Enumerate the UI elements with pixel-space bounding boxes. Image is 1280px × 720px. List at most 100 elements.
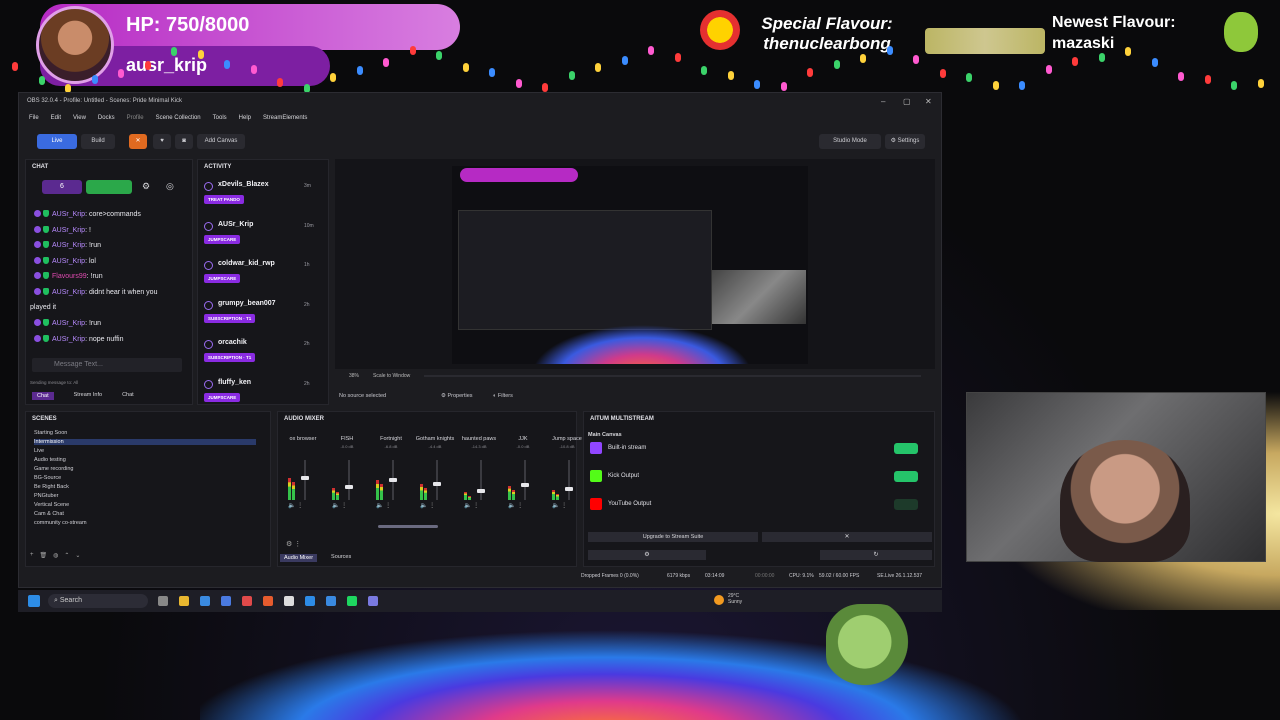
viewer-count[interactable]: 6: [42, 180, 82, 194]
menu-scene-collection[interactable]: Scene Collection: [156, 115, 201, 123]
fader-handle[interactable]: [565, 487, 573, 491]
output-toggle[interactable]: [894, 499, 918, 510]
mixer-scrollbar[interactable]: [378, 525, 438, 528]
build-button[interactable]: Build: [81, 134, 115, 149]
mixer-gear-icon[interactable]: ⚙ ⋮: [286, 540, 301, 548]
fader-handle[interactable]: [389, 478, 397, 482]
chat-username[interactable]: AUSr_Krip: [52, 211, 85, 218]
scene-item[interactable]: Intermission: [34, 439, 256, 445]
menu-docks[interactable]: Docks: [98, 115, 115, 123]
menu-profile[interactable]: Profile: [127, 115, 144, 123]
down-icon[interactable]: ⌄: [75, 552, 80, 559]
taskbar-app-icon[interactable]: [326, 596, 336, 606]
menu-view[interactable]: View: [73, 115, 86, 123]
upgrade-button[interactable]: Upgrade to Stream Suite: [588, 532, 758, 542]
scene-item[interactable]: Cam & Chat: [34, 511, 256, 517]
tab-sources[interactable]: Sources: [331, 554, 351, 562]
chat-username[interactable]: AUSr_Krip: [52, 320, 85, 327]
visibility-toggle[interactable]: [86, 180, 132, 194]
menu-streamelements[interactable]: StreamElements: [263, 115, 307, 123]
up-icon[interactable]: ⌃: [64, 552, 69, 559]
activity-name[interactable]: AUSr_Krip: [218, 221, 253, 228]
fader-handle[interactable]: [345, 485, 353, 489]
speaker-icon[interactable]: 🔈 ⋮: [552, 502, 567, 509]
popout-icon[interactable]: ◎: [166, 181, 174, 192]
heart-icon[interactable]: ♥: [153, 134, 171, 149]
settings-button[interactable]: ⚙ Settings: [885, 134, 925, 149]
speaker-icon[interactable]: 🔈 ⋮: [332, 502, 347, 509]
tab-audio-mixer[interactable]: Audio Mixer: [280, 554, 318, 562]
activity-name[interactable]: fluffy_ken: [218, 379, 251, 386]
chat-username[interactable]: AUSr_Krip: [52, 258, 85, 265]
activity-name[interactable]: grumpy_bean007: [218, 300, 276, 307]
add-icon[interactable]: +: [30, 552, 34, 559]
taskbar-app-icon[interactable]: [263, 596, 273, 606]
scene-item[interactable]: Vertical Scene: [34, 502, 256, 508]
scene-item[interactable]: Game recording: [34, 466, 256, 472]
scene-item[interactable]: PNGtuber: [34, 493, 256, 499]
taskbar-search[interactable]: ⌕ Search: [48, 594, 148, 608]
channel-fader[interactable]: [568, 460, 570, 500]
scene-item[interactable]: Live: [34, 448, 256, 454]
scene-item[interactable]: Starting Soon: [34, 430, 256, 436]
channel-fader[interactable]: [348, 460, 350, 500]
add-canvas-button[interactable]: Add Canvas: [197, 134, 245, 149]
activity-name[interactable]: xDevils_Blazex: [218, 181, 269, 188]
chat-username[interactable]: AUSr_Krip: [52, 289, 85, 296]
zoom-level[interactable]: 38%: [349, 373, 359, 379]
speaker-icon[interactable]: 🔈 ⋮: [376, 502, 391, 509]
scale-select[interactable]: Scale to Window: [373, 373, 410, 379]
taskbar-app-icon[interactable]: [368, 596, 378, 606]
taskbar-app-icon[interactable]: [200, 596, 210, 606]
chat-username[interactable]: AUSr_Krip: [52, 336, 85, 343]
output-toggle[interactable]: [894, 443, 918, 454]
channel-fader[interactable]: [304, 460, 306, 500]
fader-handle[interactable]: [433, 482, 441, 486]
speaker-icon[interactable]: 🔈 ⋮: [420, 502, 435, 509]
taskbar-app-icon[interactable]: [347, 596, 357, 606]
channel-fader[interactable]: [436, 460, 438, 500]
activity-name[interactable]: coldwar_kid_rwp: [218, 260, 275, 267]
tab-chat[interactable]: Chat: [32, 392, 54, 400]
output-toggle[interactable]: [894, 471, 918, 482]
fader-handle[interactable]: [477, 489, 485, 493]
menu-file[interactable]: File: [29, 115, 39, 123]
dismiss-icon[interactable]: ✕: [762, 532, 932, 542]
taskbar-app-icon[interactable]: [158, 596, 168, 606]
fader-handle[interactable]: [301, 476, 309, 480]
scene-item[interactable]: BG-Source: [34, 475, 256, 481]
trash-icon[interactable]: 🗑: [40, 552, 48, 559]
close-icon[interactable]: ✕: [925, 97, 932, 106]
scene-item[interactable]: Audio testing: [34, 457, 256, 463]
taskbar-app-icon[interactable]: [305, 596, 315, 606]
chat-username[interactable]: AUSr_Krip: [52, 227, 85, 234]
settings-icon[interactable]: ⚙: [142, 181, 150, 192]
minimize-icon[interactable]: –: [881, 97, 885, 106]
studio-mode-button[interactable]: Studio Mode: [819, 134, 881, 149]
menu-edit[interactable]: Edit: [51, 115, 61, 123]
preview-scrollbar[interactable]: [424, 375, 921, 377]
fader-handle[interactable]: [521, 483, 529, 487]
filter-icon[interactable]: ◍: [53, 552, 58, 559]
speaker-icon[interactable]: 🔈 ⋮: [288, 502, 303, 509]
se-icon[interactable]: ✕: [129, 134, 147, 149]
tab-chat-2[interactable]: Chat: [122, 392, 134, 400]
refresh-icon[interactable]: ↻: [820, 550, 932, 560]
activity-name[interactable]: orcachik: [218, 339, 247, 346]
taskbar-app-icon[interactable]: [179, 596, 189, 606]
chat-icon[interactable]: ◙: [175, 134, 193, 149]
filters-button[interactable]: ◐ Filters: [493, 393, 513, 399]
message-input[interactable]: Message Text...: [32, 358, 182, 372]
stream-settings-icon[interactable]: ⚙: [588, 550, 706, 560]
speaker-icon[interactable]: 🔈 ⋮: [508, 502, 523, 509]
chat-username[interactable]: AUSr_Krip: [52, 242, 85, 249]
taskbar-app-icon[interactable]: [221, 596, 231, 606]
scene-item[interactable]: Be Right Back: [34, 484, 256, 490]
menu-tools[interactable]: Tools: [213, 115, 227, 123]
chat-username[interactable]: Flavours99: [52, 273, 87, 280]
maximize-icon[interactable]: ▢: [903, 97, 911, 106]
taskbar-app-icon[interactable]: [242, 596, 252, 606]
taskbar-app-icon[interactable]: [284, 596, 294, 606]
scene-item[interactable]: community co-stream: [34, 520, 256, 526]
properties-button[interactable]: ⚙ Properties: [441, 393, 473, 399]
